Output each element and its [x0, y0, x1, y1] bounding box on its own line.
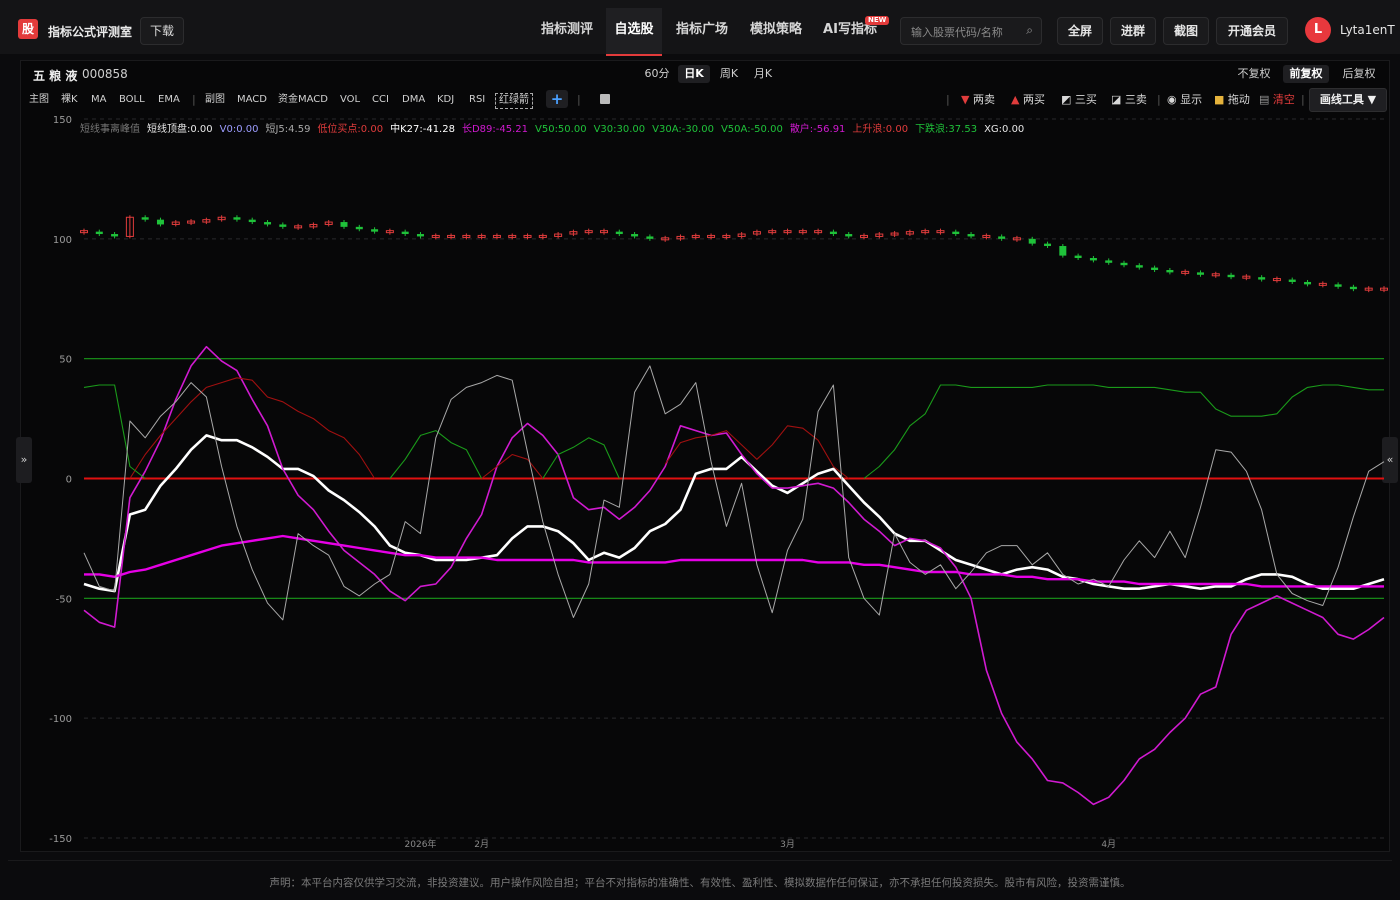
- candle: [371, 229, 379, 232]
- legend-item: V0:0.00: [220, 124, 259, 135]
- candle: [615, 231, 623, 235]
- indicator-chart[interactable]: 150 100 50 0 -50 -100 -150 2026年 2月 3月 4月 短线事离峰值 短线顶…: [0, 0, 1400, 860]
- y-tick-label: -100: [49, 714, 72, 725]
- legend-item: V30:30.00: [594, 124, 646, 135]
- candle: [248, 219, 256, 223]
- legend-item: V50:50.00: [535, 124, 587, 135]
- candle: [1166, 269, 1174, 273]
- candle: [1120, 262, 1128, 266]
- candle: [952, 231, 960, 235]
- candle: [279, 224, 287, 227]
- candle: [401, 231, 409, 235]
- legend-item: V50A:-50.00: [721, 124, 783, 135]
- legend-item: 短J5:4.59: [265, 122, 310, 135]
- candle: [1028, 238, 1036, 244]
- candle: [95, 231, 103, 235]
- candle: [1334, 284, 1342, 287]
- candle: [233, 217, 241, 220]
- y-tick-label: 50: [59, 355, 72, 366]
- legend-item: 中K27:-41.28: [390, 122, 455, 135]
- candle: [967, 234, 975, 237]
- legend-item: 短线事离峰值: [80, 122, 140, 135]
- legend-item: 散户:-56.91: [790, 122, 846, 135]
- candle: [1304, 281, 1312, 285]
- candle: [264, 222, 272, 225]
- candle: [646, 236, 654, 239]
- y-tick-label: 150: [53, 115, 72, 126]
- x-tick-label: 2026年: [405, 838, 437, 850]
- x-tick-label: 2月: [474, 839, 489, 850]
- candle: [845, 234, 853, 237]
- series-line-grey: [83, 365, 1385, 621]
- legend-item: 低位买点:0.00: [317, 122, 383, 135]
- legend-item: 上升浪:0.00: [852, 122, 908, 135]
- candle: [1227, 274, 1235, 278]
- legend-item: 下跌浪:37.53: [915, 122, 977, 135]
- candle: [631, 234, 639, 237]
- candle: [1349, 286, 1357, 290]
- y-tick-label: -150: [49, 834, 72, 845]
- candle: [1105, 260, 1113, 263]
- candle: [1044, 243, 1052, 247]
- series-line-darkred: [129, 377, 850, 479]
- candle: [416, 234, 424, 237]
- candle: [355, 226, 363, 230]
- candle: [1151, 267, 1159, 270]
- disclaimer: 声明：本平台内容仅供学习交流，非投资建议。用户操作风险自担；平台不对指标的准确性…: [269, 877, 1131, 889]
- candle: [1258, 277, 1266, 280]
- candle: [998, 236, 1006, 239]
- legend-item: V30A:-30.00: [652, 124, 714, 135]
- candle: [111, 234, 119, 237]
- legend-item: 短线顶盘:0.00: [147, 122, 213, 135]
- divider: [8, 860, 1392, 861]
- series-line-magenta: [83, 345, 1385, 806]
- candle: [1196, 272, 1204, 275]
- candle: [829, 231, 837, 235]
- candle: [1074, 255, 1082, 259]
- candle: [141, 217, 149, 220]
- candle: [1288, 279, 1296, 282]
- y-tick-label: -50: [56, 594, 72, 605]
- candle: [1135, 265, 1143, 268]
- x-tick-label: 4月: [1101, 839, 1116, 850]
- y-tick-label: 100: [53, 235, 72, 246]
- y-tick-label: 0: [66, 475, 72, 486]
- candle: [340, 222, 348, 227]
- candle: [156, 219, 164, 225]
- legend-item: 长D89:-45.21: [462, 123, 528, 135]
- candle: [1089, 258, 1097, 261]
- candle: [1059, 246, 1067, 256]
- legend-item: XG:0.00: [984, 124, 1024, 135]
- x-tick-label: 3月: [780, 839, 795, 850]
